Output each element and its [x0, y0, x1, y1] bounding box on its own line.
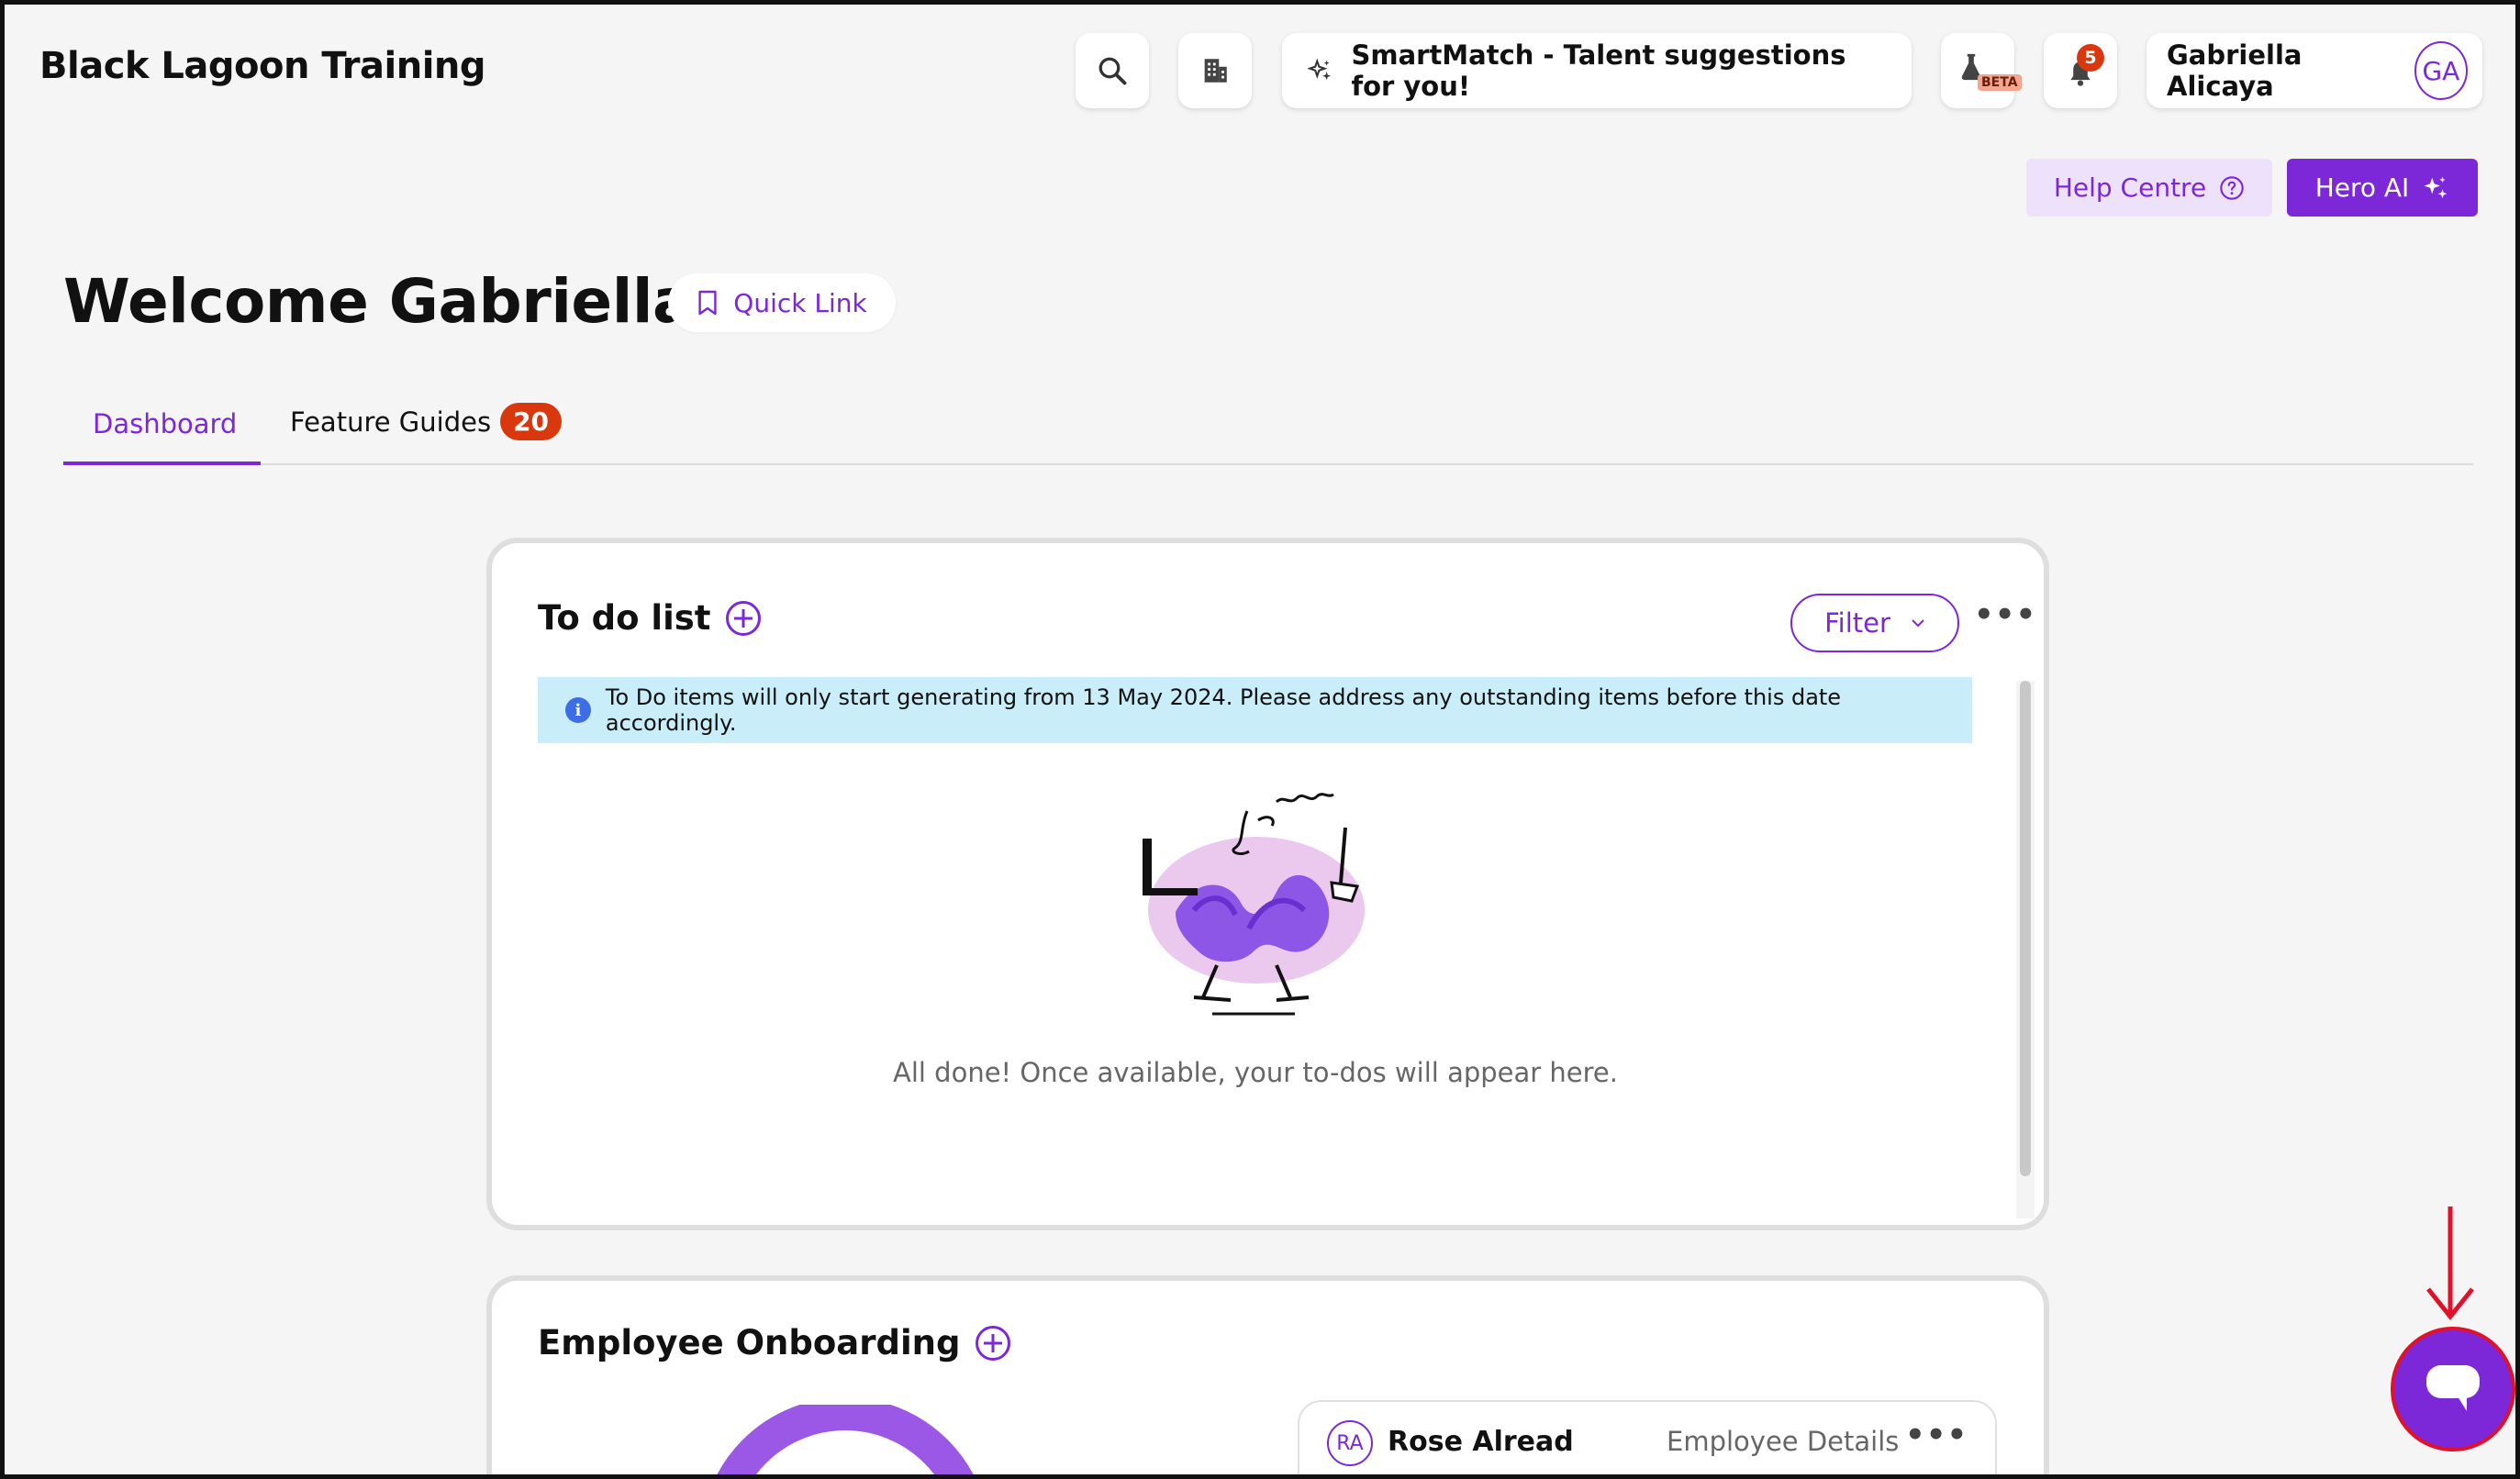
employee-more-icon[interactable]: ••• — [1905, 1417, 1968, 1453]
onboarding-progress-ring — [717, 1405, 974, 1474]
help-centre-label: Help Centre — [2053, 172, 2207, 203]
sparkle-icon — [1308, 58, 1332, 81]
tab-feature-guides[interactable]: Feature Guides 20 — [290, 403, 563, 440]
smartmatch-label: SmartMatch - Talent suggestions for you! — [1351, 39, 1846, 102]
question-circle-icon — [2220, 175, 2244, 200]
tab-label: Feature Guides — [290, 406, 492, 438]
info-banner-text: To Do items will only start generating f… — [605, 684, 1842, 736]
chat-button[interactable] — [2391, 1327, 2515, 1451]
quick-link-button[interactable]: Quick Link — [668, 273, 896, 332]
feature-guides-count: 20 — [500, 403, 563, 440]
building-icon — [1204, 59, 1227, 83]
user-name: Gabriella Alicaya — [2167, 39, 2303, 102]
todo-scrollbar[interactable] — [2016, 681, 2035, 1218]
avatar: RA — [1327, 1420, 1373, 1466]
search-button[interactable] — [1076, 33, 1149, 108]
info-banner: i To Do items will only start generating… — [538, 677, 1972, 743]
todo-header: To do list — [538, 598, 761, 638]
notifications-button[interactable]: 5 — [2044, 33, 2117, 108]
filter-button[interactable]: Filter — [1790, 594, 1959, 652]
todo-title: To do list — [538, 598, 711, 638]
search-icon — [1098, 57, 1127, 85]
employee-card[interactable]: RA Rose Alread Employee Details ••• — [1298, 1400, 1997, 1474]
active-tab-indicator — [63, 461, 261, 465]
filter-label: Filter — [1824, 607, 1890, 639]
hero-ai-button[interactable]: Hero AI — [2287, 159, 2478, 217]
app-window: Black Lagoon Training SmartMatch - Talen… — [0, 0, 2520, 1479]
beta-tag: BETA — [1978, 74, 2022, 91]
beta-labs-button[interactable]: BETA — [1941, 33, 2022, 108]
app-title: Black Lagoon Training — [39, 45, 486, 87]
tab-dashboard[interactable]: Dashboard — [93, 408, 237, 439]
onboarding-title: Employee Onboarding — [538, 1323, 961, 1362]
quick-link-label: Quick Link — [733, 287, 867, 318]
onboarding-header: Employee Onboarding — [538, 1323, 1010, 1362]
help-centre-button[interactable]: Help Centre — [2026, 159, 2272, 217]
user-menu-button[interactable]: Gabriella Alicaya GA — [2146, 33, 2482, 108]
smartmatch-button[interactable]: SmartMatch - Talent suggestions for you! — [1282, 33, 1912, 108]
notification-count-badge: 5 — [2077, 44, 2104, 72]
employee-onboarding-card: Employee Onboarding RA Rose Alread Emplo… — [486, 1275, 2049, 1474]
todo-more-icon[interactable]: ••• — [1974, 596, 2036, 633]
scrollbar-thumb[interactable] — [2020, 681, 2031, 1176]
add-todo-icon[interactable] — [725, 600, 761, 636]
organisation-button[interactable] — [1178, 33, 1252, 108]
add-onboarding-icon[interactable] — [975, 1325, 1010, 1361]
chevron-down-icon — [1912, 619, 1924, 628]
empty-state-message: All done! Once available, your to-dos wi… — [893, 1057, 1618, 1088]
employee-details-link[interactable]: Employee Details — [1667, 1426, 1899, 1457]
arrow-down-icon — [2426, 1207, 2474, 1321]
empty-state-illustration — [1143, 793, 1365, 1016]
todo-card: To do list Filter ••• i To Do items will… — [486, 538, 2049, 1230]
chat-bubble-icon — [2426, 1365, 2480, 1411]
info-icon: i — [565, 697, 591, 723]
tab-bar: Dashboard Feature Guides 20 — [63, 388, 2473, 465]
bookmark-icon — [698, 290, 717, 316]
hero-ai-label: Hero AI — [2314, 172, 2410, 203]
avatar: GA — [2414, 41, 2468, 100]
page-title: Welcome Gabriella — [63, 266, 693, 337]
employee-name: Rose Alread — [1388, 1426, 1574, 1458]
sparkle-icon — [2424, 176, 2448, 198]
